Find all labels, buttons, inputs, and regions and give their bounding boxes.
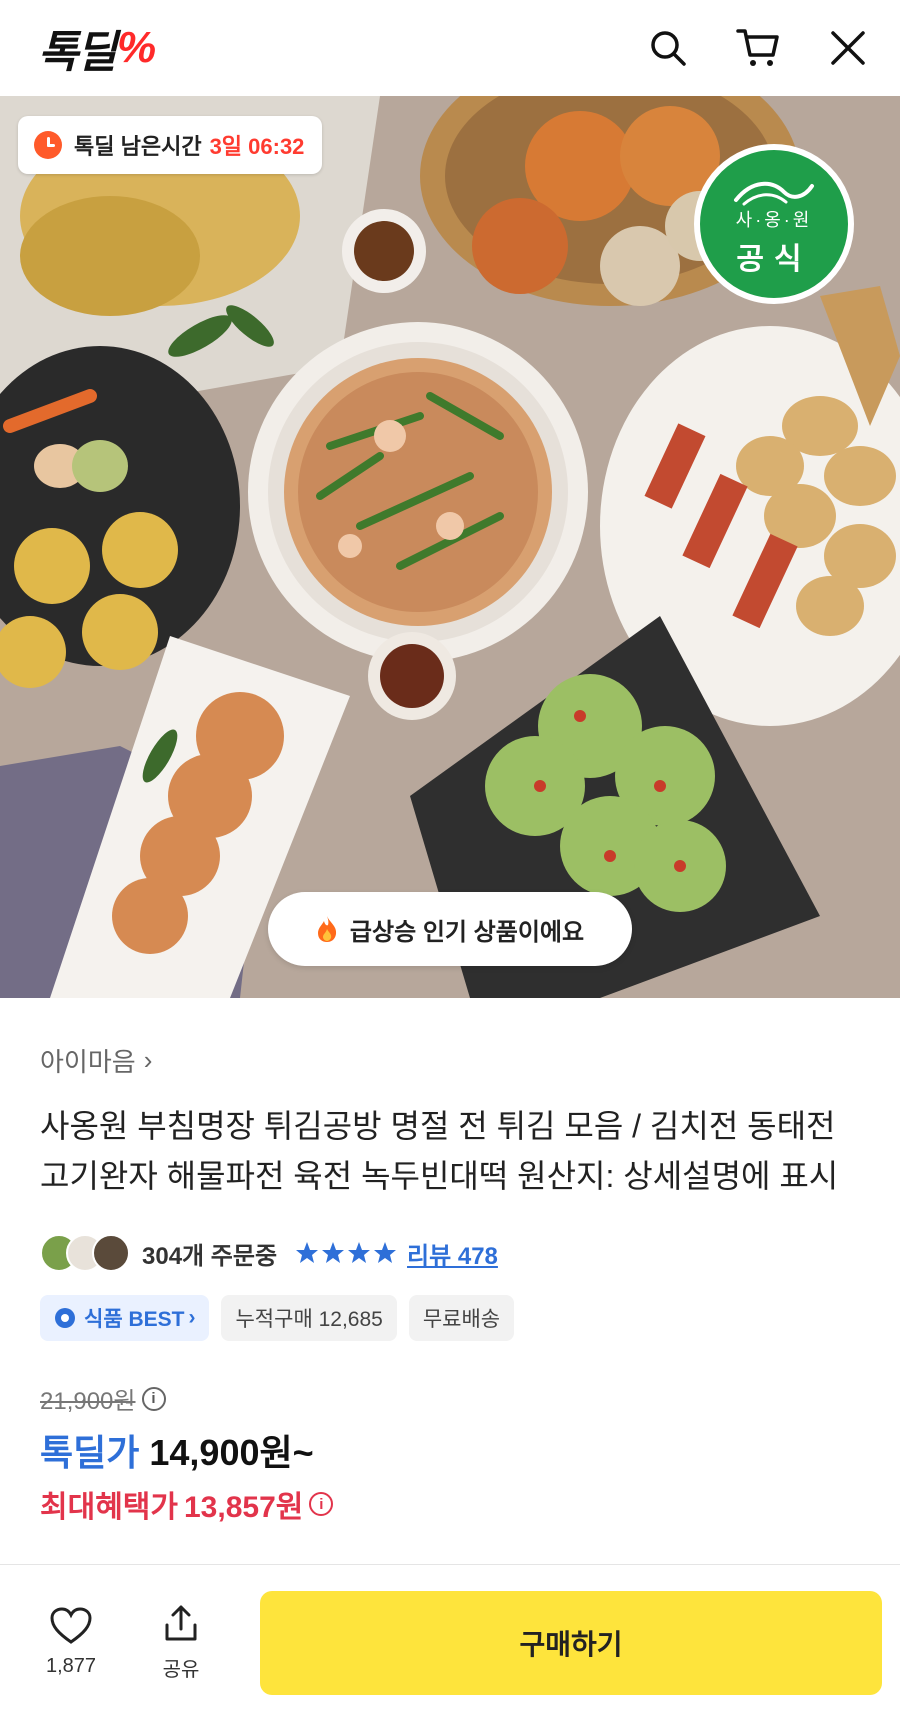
free-shipping-chip: 무료배송 <box>408 1295 515 1341</box>
timer-label: 톡딜 남은시간 <box>74 134 202 159</box>
product-chips: 식품 BEST › 누적구매 12,685 무료배송 <box>40 1295 860 1341</box>
clock-icon <box>34 131 62 159</box>
trending-label: 급상승 인기 상품이에요 <box>349 918 585 946</box>
search-icon[interactable] <box>646 26 690 70</box>
best-chip-label: 식품 BEST <box>84 1308 185 1331</box>
rating-stars <box>295 1241 397 1265</box>
max-benefit-price: 최대혜택가 13,857원 i <box>40 1482 860 1526</box>
badge-brand: 사·옹·원 <box>735 210 813 230</box>
deal-timer: 톡딜 남은시간 3일 06:32 <box>18 116 323 174</box>
like-button[interactable]: 1,877 <box>28 1607 114 1678</box>
star-icon <box>322 1242 345 1263</box>
food-best-chip[interactable]: 식품 BEST › <box>40 1295 210 1341</box>
info-icon[interactable]: i <box>141 1386 166 1411</box>
heart-icon <box>50 1607 92 1644</box>
seller-link[interactable]: 아이마음 › <box>40 1042 860 1079</box>
top-header: 톡딜 % <box>0 0 900 96</box>
share-icon <box>165 1605 197 1641</box>
bottom-action-bar: 1,877 공유 구매하기 <box>0 1564 900 1720</box>
order-count: 304개 주문중 <box>142 1242 278 1270</box>
talkdeal-logo[interactable]: 톡딜 % <box>38 16 156 80</box>
official-badge: 사·옹·원 공식 <box>694 144 854 304</box>
product-stats: 304개 주문중 리뷰 478 <box>40 1231 860 1275</box>
product-title: 사옹원 부침명장 튀김공방 명절 전 튀김 모음 / 김치전 동태전 고기완자 … <box>40 1108 839 1194</box>
fire-icon <box>317 916 337 942</box>
badge-official-label: 공식 <box>736 243 812 276</box>
seller-name: 아이마음 <box>40 1047 136 1077</box>
buyer-avatars <box>40 1234 130 1272</box>
review-link[interactable]: 리뷰 478 <box>407 1236 498 1271</box>
buy-button[interactable]: 구매하기 <box>260 1590 882 1695</box>
deal-price-value: 14,900원~ <box>149 1432 314 1473</box>
badge-icon <box>55 1308 75 1328</box>
wave-logo-icon <box>734 181 814 206</box>
share-label: 공유 <box>162 1659 200 1681</box>
star-icon <box>296 1242 319 1263</box>
chevron-right-icon: › <box>188 1306 196 1329</box>
cart-icon[interactable] <box>736 26 780 70</box>
max-price-value: 13,857원 <box>184 1491 304 1524</box>
avatar <box>92 1234 130 1272</box>
close-icon[interactable] <box>826 26 870 70</box>
logo-mark: % <box>116 23 156 72</box>
logo-text: 톡딜 <box>38 28 117 77</box>
cumulative-purchase-chip: 누적구매 12,685 <box>221 1295 397 1341</box>
product-info: 아이마음 › 사옹원 부침명장 튀김공방 명절 전 튀김 모음 / 김치전 동태… <box>0 998 900 1526</box>
original-price: 21,900원 i <box>40 1381 860 1416</box>
star-icon <box>348 1242 371 1263</box>
like-count: 1,877 <box>45 1655 97 1677</box>
star-icon <box>374 1242 397 1263</box>
share-button[interactable]: 공유 <box>138 1603 224 1682</box>
deal-price: 톡딜가 14,900원~ <box>40 1424 860 1476</box>
deal-price-label: 톡딜가 <box>40 1432 140 1473</box>
max-price-label: 최대혜택가 <box>40 1491 178 1524</box>
trending-pill: 급상승 인기 상품이에요 <box>268 892 632 966</box>
product-image[interactable]: 톡딜 남은시간 3일 06:32 사·옹·원 공식 급상승 인기 상품이에요 <box>0 96 900 998</box>
chevron-right-icon: › <box>143 1045 153 1075</box>
timer-value: 3일 06:32 <box>209 134 305 159</box>
original-price-value: 21,900원 <box>40 1388 136 1415</box>
info-icon[interactable]: i <box>309 1492 334 1516</box>
